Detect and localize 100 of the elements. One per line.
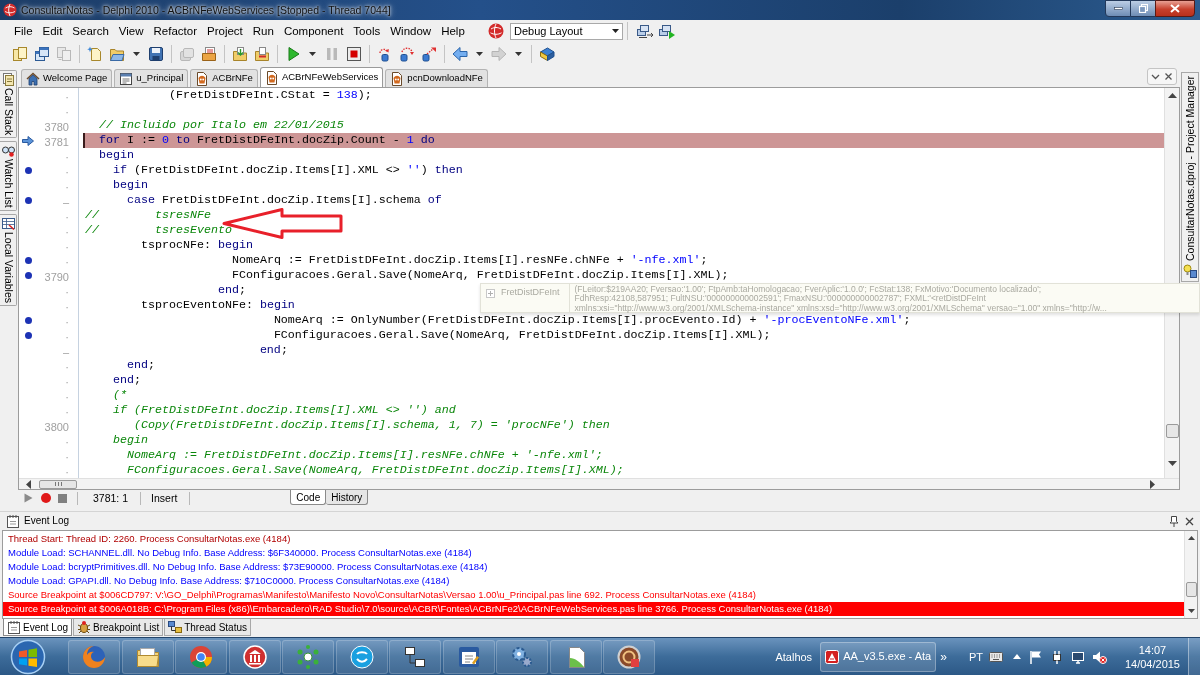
menu-item[interactable]: Help	[436, 23, 470, 39]
log-entry[interactable]: Module Load: SCHANNEL.dll. No Debug Info. Base Address: $6F340000. Process ConsultarNotas.exe (4184)	[8, 546, 472, 560]
vertical-scrollbar[interactable]	[1184, 531, 1197, 618]
show-desktop-button[interactable]	[1188, 638, 1200, 675]
log-entry[interactable]: Module Load: bcryptPrimitives.dll. No Debug Info. Base Address: $73E90000. Process ConsultarNotas.exe (4184)	[8, 560, 488, 574]
log-entry[interactable]: Module Load: GPAPI.dll. No Debug Info. Base Address: $710C0000. Process ConsultarNotas.exe (4184)	[8, 574, 450, 588]
minimize-button[interactable]	[1105, 0, 1131, 17]
back-arrow-icon[interactable]	[452, 46, 468, 62]
step-out-icon[interactable]	[421, 46, 437, 62]
menu-item[interactable]: Project	[202, 23, 248, 39]
folder-minus-icon[interactable]	[254, 46, 270, 62]
restore-button[interactable]	[1131, 0, 1155, 17]
ball-logo-icon[interactable]	[488, 23, 504, 39]
log-entry[interactable]: Source Breakpoint at $006CD797: V:\GO_Delphi\Programas\Manifesto\Manifesto Novo\ConsultarNotas\Versao 1.00\u_Principal.pas line 692. Process ConsultarNotas.exe (4184)	[8, 588, 756, 602]
layout-dropdown[interactable]: Debug Layout	[510, 22, 623, 40]
scroll-down-icon[interactable]	[1167, 461, 1177, 466]
panel-tab[interactable]: Breakpoint List	[73, 619, 164, 636]
flag-icon[interactable]	[1028, 649, 1043, 664]
dock-tab[interactable]: Local Variables	[0, 213, 17, 306]
editor-tab[interactable]: u_Principal	[114, 69, 189, 87]
caret-icon[interactable]	[133, 52, 140, 56]
new-page-icon[interactable]	[87, 46, 103, 62]
taskbar-button[interactable]	[121, 639, 174, 674]
taskbar-task-button[interactable]: AA_v3.5.exe - Ata	[820, 641, 937, 672]
scroll-thumb[interactable]	[39, 479, 77, 489]
windows-icon[interactable]	[34, 46, 50, 62]
scroll-thumb[interactable]	[1165, 424, 1179, 438]
stop-icon[interactable]	[346, 46, 362, 62]
caret-icon[interactable]	[309, 52, 316, 56]
close-icon[interactable]	[1164, 72, 1173, 81]
menu-item[interactable]: View	[113, 23, 149, 39]
scroll-right-icon[interactable]	[1150, 479, 1155, 489]
stop-icon[interactable]	[58, 493, 67, 503]
step-over-icon[interactable]	[399, 46, 415, 62]
record-icon[interactable]	[41, 493, 51, 503]
editor-tab[interactable]: ACBrNFe	[190, 69, 258, 87]
taskbar-button[interactable]	[549, 639, 602, 674]
dot-icon[interactable]	[24, 272, 32, 279]
log-entry[interactable]: Thread Start: Thread ID: 2260. Process ConsultarNotas.exe (4184)	[8, 532, 291, 546]
editor-tab[interactable]: pcnDownloadNFe	[385, 69, 488, 87]
panel-tab[interactable]: Event Log	[3, 619, 73, 636]
boxes-arrow-icon[interactable]	[636, 23, 654, 39]
view-tab[interactable]: Code	[290, 490, 327, 505]
clock-date[interactable]: 14/04/2015	[1124, 656, 1180, 671]
caret-icon[interactable]	[476, 52, 483, 56]
monitor-icon[interactable]	[1070, 649, 1085, 664]
pages-icon[interactable]	[12, 46, 28, 62]
view-tab[interactable]: History	[326, 490, 369, 505]
vertical-scrollbar[interactable]	[1164, 88, 1179, 478]
taskbar-button[interactable]	[389, 639, 441, 674]
ball-logo-icon	[3, 3, 17, 17]
dot-icon[interactable]	[24, 257, 32, 264]
panel-tab[interactable]: Thread Status	[164, 619, 251, 636]
dot-icon[interactable]	[24, 332, 32, 339]
menu-item[interactable]: Window	[385, 23, 437, 39]
boxes-play-icon[interactable]	[658, 23, 676, 39]
dock-tab[interactable]: Call Stack	[0, 70, 17, 139]
folder-arrow-icon[interactable]	[232, 46, 248, 62]
keyboard-icon[interactable]	[988, 651, 1003, 662]
log-entry[interactable]: Source Breakpoint at $006A018B: C:\Program Files (x86)\Embarcadero\RAD Studio\7.0\source\ACBR\Fontes\ACBrNFe2\ACBrNFeWebServices.pas line 3766. Process ConsultarNotas.exe (4184)	[3, 602, 1184, 616]
circle-logo-icon	[348, 643, 375, 670]
scroll-down-icon[interactable]	[1187, 609, 1195, 613]
dock-tab[interactable]: Watch List	[0, 141, 17, 211]
dot-icon[interactable]	[24, 167, 32, 174]
menu-item[interactable]: Edit	[37, 23, 68, 39]
clock-time[interactable]: 14:07	[1138, 642, 1167, 657]
folder-page-icon[interactable]	[201, 46, 217, 62]
scroll-left-icon[interactable]	[26, 479, 31, 489]
menu-item[interactable]: Search	[67, 23, 114, 39]
caret-up-icon[interactable]	[1012, 654, 1021, 659]
book-icon[interactable]	[539, 46, 555, 62]
menu-item[interactable]: File	[9, 23, 38, 39]
more-button[interactable]: »	[940, 649, 947, 664]
scroll-up-icon[interactable]	[1187, 536, 1195, 540]
scroll-thumb[interactable]	[1185, 582, 1197, 597]
horizontal-scrollbar[interactable]	[19, 478, 1179, 489]
dock-tab[interactable]: ConsultarNotas.dproj - Project Manager	[1181, 72, 1199, 282]
pin-icon[interactable]	[1169, 515, 1179, 527]
folder-icon[interactable]	[109, 46, 125, 62]
taskbar-button[interactable]	[442, 639, 495, 674]
dot-icon[interactable]	[24, 317, 32, 324]
speaker-muted-icon[interactable]	[1091, 649, 1107, 664]
menu-item[interactable]: Refactor	[148, 23, 202, 39]
play-icon[interactable]	[285, 46, 301, 62]
editor-tab[interactable]: ACBrNFeWebServices	[259, 67, 384, 87]
panel-title: Event Log	[24, 514, 70, 528]
close-icon[interactable]	[1185, 516, 1194, 526]
chevron-down-icon[interactable]	[1151, 72, 1160, 81]
menu-item[interactable]: Tools	[348, 23, 386, 39]
menu-item[interactable]: Component	[278, 23, 349, 39]
caret-icon[interactable]	[515, 52, 522, 56]
taskbar-button[interactable]	[228, 639, 281, 674]
dot-icon[interactable]	[24, 197, 32, 204]
close-button[interactable]	[1155, 0, 1195, 17]
language-indicator[interactable]: PT	[968, 649, 983, 664]
play-icon[interactable]	[24, 493, 33, 503]
editor-tab[interactable]: Welcome Page	[21, 69, 113, 87]
scroll-up-icon[interactable]	[1167, 93, 1177, 98]
document-icon	[195, 71, 210, 86]
menu-item[interactable]: Run	[247, 23, 279, 39]
